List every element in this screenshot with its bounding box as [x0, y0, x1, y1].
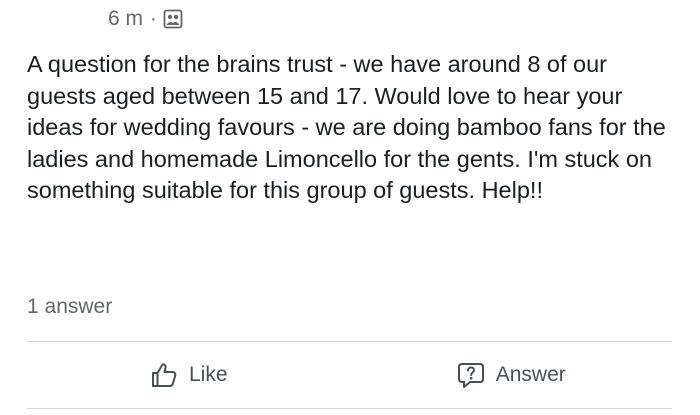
action-bar: Like Answer	[27, 342, 672, 408]
question-post: 6 m · A question for the brains trust - …	[0, 0, 700, 415]
answer-label: Answer	[495, 363, 566, 386]
post-body: A question for the brains trust - we hav…	[27, 51, 666, 203]
divider	[27, 408, 672, 409]
like-label: Like	[188, 363, 228, 386]
meta-separator: ·	[150, 7, 157, 30]
thumbs-up-icon	[149, 360, 179, 390]
post-timestamp[interactable]: 6 m	[108, 7, 143, 31]
question-bubble-icon	[456, 360, 486, 390]
answer-count[interactable]: 1 answer	[27, 295, 112, 319]
post-meta: 6 m ·	[108, 6, 183, 32]
answer-button[interactable]: Answer	[350, 342, 673, 408]
like-button[interactable]: Like	[27, 342, 350, 408]
group-icon	[163, 9, 183, 29]
